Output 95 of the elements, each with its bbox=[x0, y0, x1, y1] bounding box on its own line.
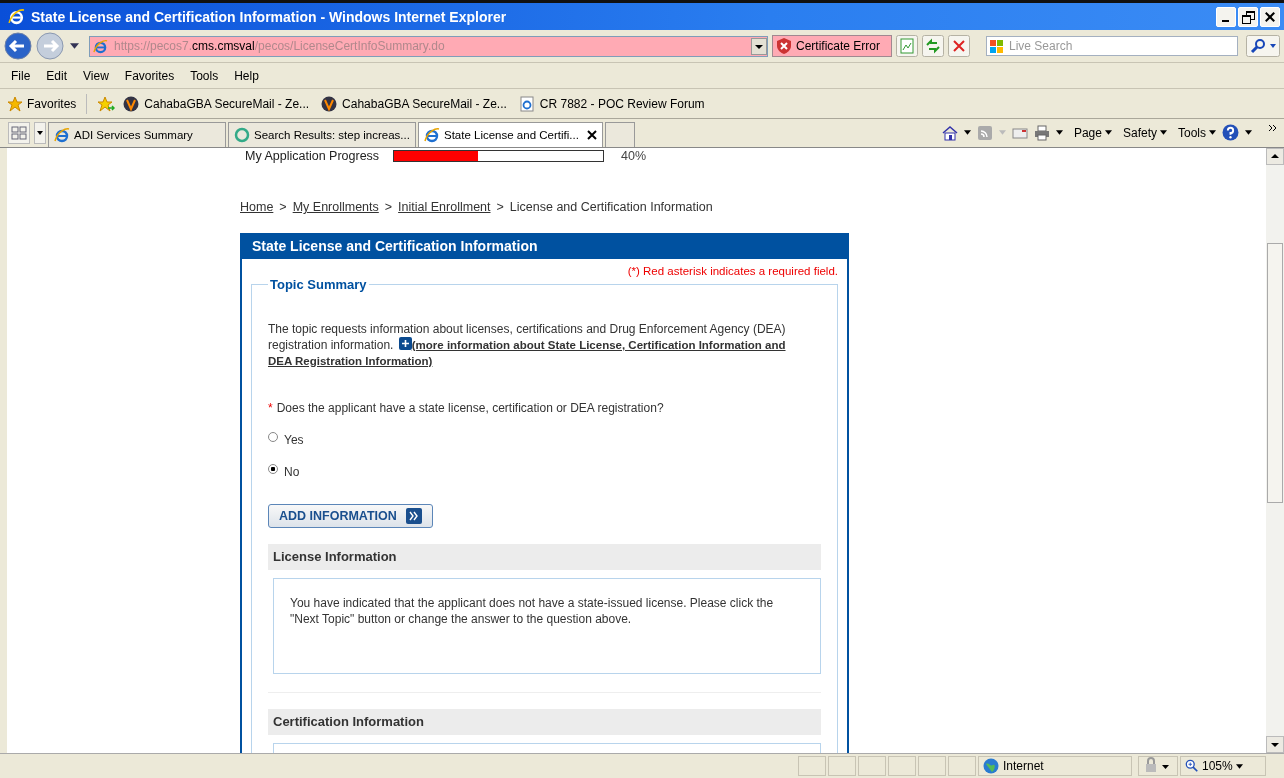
caret-icon bbox=[1104, 130, 1112, 135]
menu-item[interactable]: Favorites bbox=[124, 68, 175, 83]
ie-logo-icon bbox=[423, 127, 440, 143]
chevron-icon[interactable] bbox=[1268, 124, 1278, 132]
option-label: Yes bbox=[284, 433, 304, 447]
caret-icon bbox=[1235, 763, 1243, 769]
status-pane bbox=[858, 756, 886, 776]
caret-icon[interactable] bbox=[1245, 130, 1252, 135]
minimize-button[interactable] bbox=[1216, 6, 1236, 27]
add-information-button[interactable]: ADD INFORMATION bbox=[268, 504, 433, 528]
command-menu[interactable]: Safety bbox=[1122, 125, 1167, 140]
option-label: No bbox=[284, 465, 300, 479]
breadcrumb-current: License and Certification Information bbox=[509, 200, 713, 214]
browser-tab[interactable]: Search Results: step increas... bbox=[228, 122, 416, 147]
v-logo-icon bbox=[123, 95, 140, 112]
security-zone: Internet bbox=[978, 756, 1132, 776]
section-header: License Information bbox=[268, 544, 821, 570]
caret-icon bbox=[1209, 130, 1216, 135]
page-icon bbox=[518, 95, 535, 112]
status-pane bbox=[948, 756, 976, 776]
tab-list-button[interactable] bbox=[34, 122, 46, 144]
progress-reading: 40% bbox=[621, 149, 647, 163]
favorite-link[interactable]: CahabaGBA SecureMail - Ze... bbox=[321, 95, 507, 112]
windows-flag-icon bbox=[989, 38, 1005, 54]
star-icon bbox=[7, 95, 23, 112]
radio-button[interactable] bbox=[268, 432, 278, 442]
compatibility-view-icon[interactable] bbox=[896, 35, 918, 57]
menu-item[interactable]: View bbox=[83, 68, 109, 83]
printer-icon[interactable] bbox=[1033, 124, 1050, 141]
ie-logo-icon bbox=[54, 127, 70, 143]
search-field[interactable]: Live Search bbox=[986, 36, 1238, 56]
address-field[interactable]: https://pecos7.cms.cmsval/pecos/LicenseCertInfoSummary.do bbox=[89, 35, 768, 57]
favorite-link[interactable]: CR 7882 - POC Review Forum bbox=[518, 95, 705, 112]
menu-item[interactable]: Help bbox=[234, 68, 259, 83]
forward-button[interactable] bbox=[36, 32, 64, 60]
breadcrumb-link[interactable]: Initial Enrollment bbox=[398, 200, 491, 214]
close-button[interactable] bbox=[1260, 6, 1280, 27]
caret-icon[interactable] bbox=[70, 43, 79, 49]
breadcrumb-separator: > bbox=[496, 200, 504, 214]
breadcrumb-link[interactable]: My Enrollments bbox=[292, 200, 379, 214]
refresh-button[interactable] bbox=[922, 35, 944, 57]
double-chevron-icon bbox=[406, 508, 422, 524]
page-icon bbox=[93, 38, 108, 54]
zoom-control[interactable]: 105% bbox=[1180, 756, 1266, 776]
favorite-link[interactable]: CahabaGBA SecureMail - Ze... bbox=[123, 95, 310, 112]
required-note: (*) Red asterisk indicates a required field. bbox=[626, 265, 838, 277]
ring-icon bbox=[234, 127, 250, 143]
more-info-link[interactable]: (more information about State License, Certification Information and bbox=[411, 339, 786, 351]
help-icon[interactable] bbox=[1222, 124, 1239, 141]
globe-icon bbox=[983, 758, 999, 774]
certificate-error-button[interactable]: Certificate Error bbox=[772, 35, 892, 57]
scroll-thumb[interactable] bbox=[1267, 243, 1283, 503]
stop-button[interactable] bbox=[948, 35, 970, 57]
question-text: * Does the applicant have a state license, certification or DEA registration? bbox=[268, 401, 665, 415]
vertical-scrollbar[interactable] bbox=[1266, 148, 1284, 753]
breadcrumb-separator: > bbox=[384, 200, 393, 214]
group-legend: Topic Summary bbox=[268, 277, 369, 292]
intro-paragraph: The topic requests information about licenses, certifications and Drug Enforcement Agency (DEA) registration information. (more information about State License, Certification Information and DEA Registration Information) bbox=[268, 321, 787, 369]
status-pane bbox=[888, 756, 916, 776]
panel-title: State License and Certification Information bbox=[242, 233, 847, 259]
status-pane bbox=[828, 756, 856, 776]
section-header: Certification Information bbox=[268, 709, 821, 735]
scroll-down-button[interactable] bbox=[1266, 736, 1284, 753]
menu-item[interactable]: File bbox=[11, 68, 31, 83]
status-pane bbox=[798, 756, 826, 776]
breadcrumb-separator: > bbox=[279, 200, 287, 214]
browser-tab[interactable]: State License and Certifi... bbox=[417, 122, 603, 147]
menu-item[interactable]: Tools bbox=[190, 68, 219, 83]
menu-item[interactable]: Edit bbox=[46, 68, 68, 83]
command-menu[interactable]: Page bbox=[1073, 125, 1112, 140]
address-dropdown-button[interactable] bbox=[751, 37, 767, 55]
restore-button[interactable] bbox=[1238, 6, 1258, 27]
message-text: You have indicated that the applicant does not have a state-issued license. Please click the "Next Topic" button or change the answer to the question above. bbox=[290, 595, 775, 627]
scroll-up-button[interactable] bbox=[1266, 148, 1284, 165]
radio-button[interactable] bbox=[268, 464, 278, 474]
status-pane bbox=[918, 756, 946, 776]
caret-icon bbox=[1160, 130, 1167, 135]
home-icon[interactable] bbox=[941, 124, 958, 141]
command-menu[interactable]: Tools bbox=[1178, 125, 1216, 140]
back-button[interactable] bbox=[4, 32, 32, 60]
more-info-link[interactable]: DEA Registration Information) bbox=[268, 355, 433, 367]
shield-icon bbox=[777, 38, 791, 54]
magnifier-icon bbox=[1185, 759, 1199, 773]
progress-label: My Application Progress bbox=[245, 149, 381, 163]
url-text: https://pecos7.cms.cmsval/pecos/LicenseCertInfoSummary.do bbox=[114, 39, 446, 53]
browser-tab[interactable]: ADI Services Summary bbox=[48, 122, 226, 147]
expand-plus-icon[interactable] bbox=[398, 337, 412, 350]
ie-logo-icon bbox=[8, 8, 25, 25]
breadcrumb-link[interactable]: Home bbox=[240, 200, 274, 214]
favorites-button[interactable]: Favorites bbox=[7, 95, 77, 112]
v-logo-icon bbox=[321, 95, 338, 112]
caret-icon[interactable] bbox=[963, 130, 971, 135]
search-button[interactable] bbox=[1246, 35, 1280, 57]
window-title: State License and Certification Information - Windows Internet Explorer bbox=[31, 8, 508, 25]
caret-icon[interactable] bbox=[1055, 130, 1063, 135]
